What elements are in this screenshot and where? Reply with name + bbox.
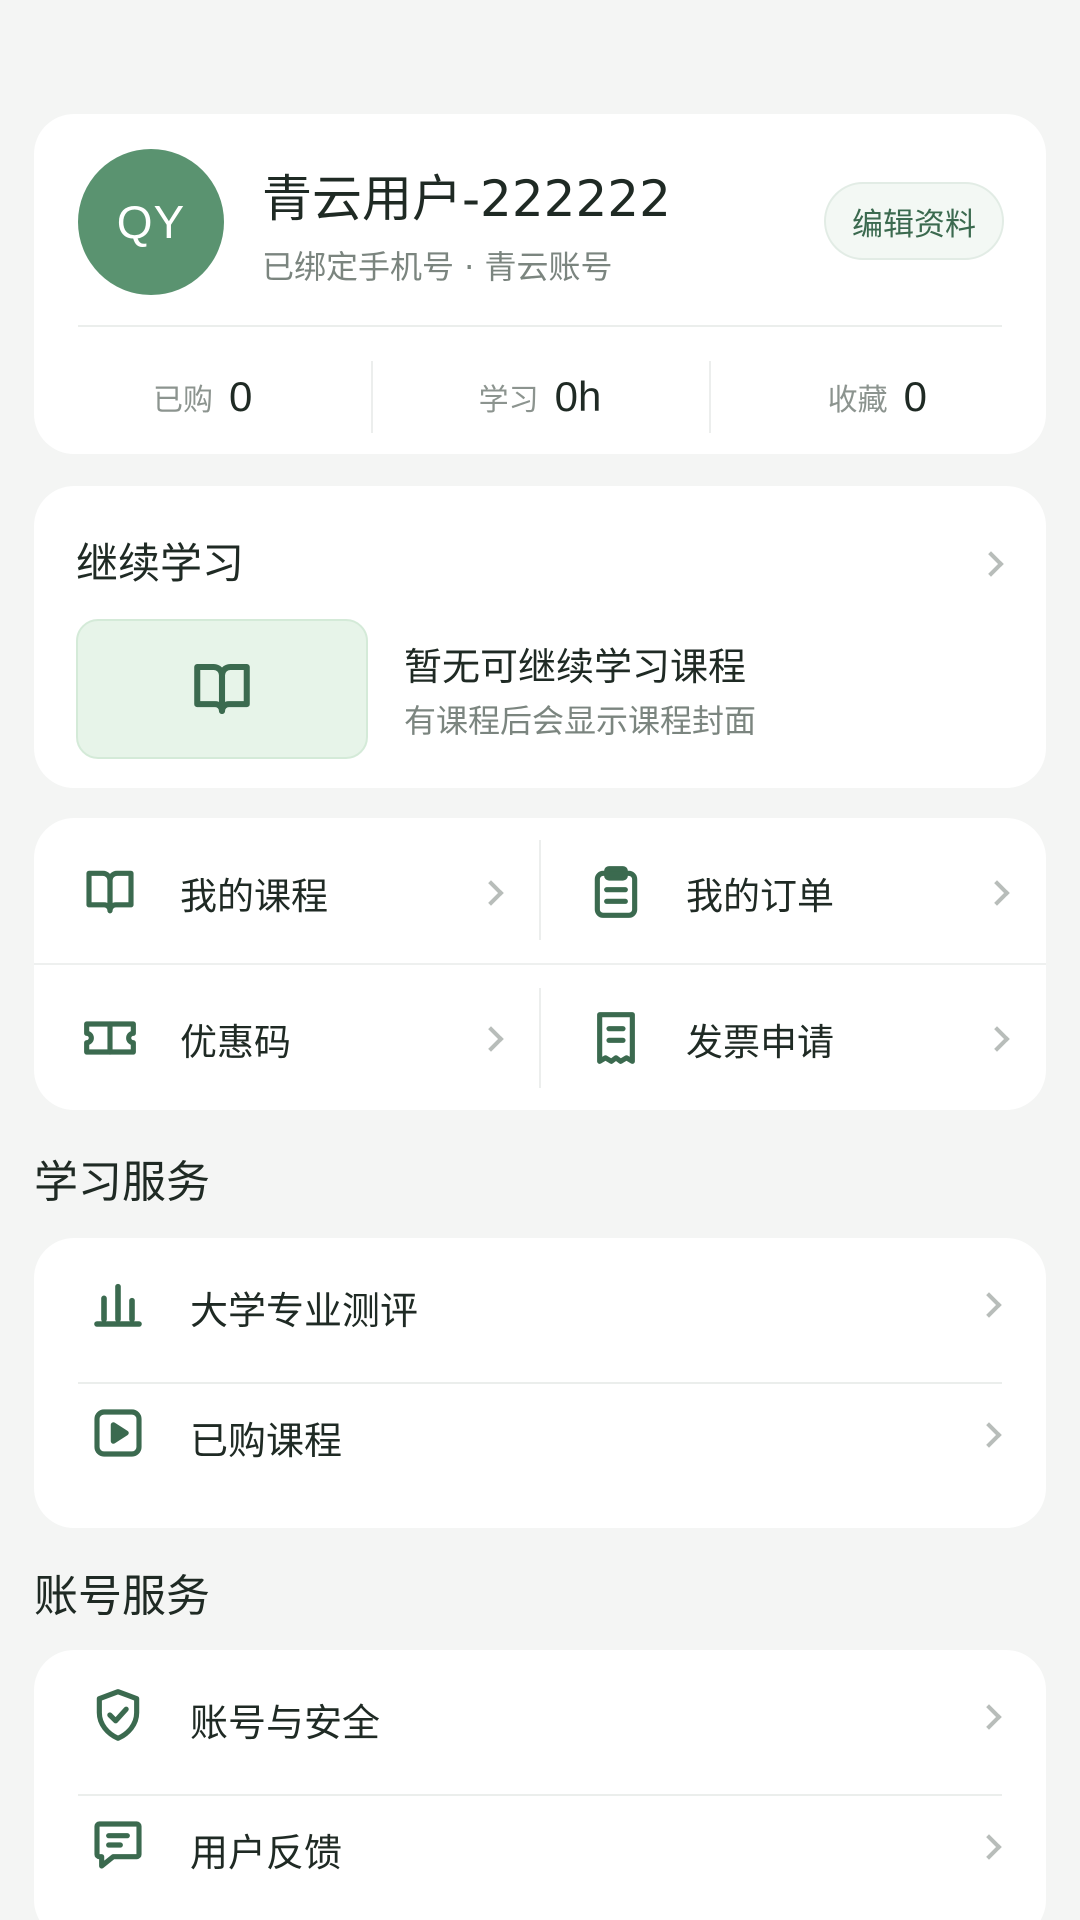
profile-page: QY 青云用户-222222 已绑定手机号 · 青云账号 编辑资料 已购 0 学… [0,0,1080,1920]
list-item-label: 用户反馈 [190,1831,343,1875]
empty-state-title: 暂无可继续学习课程 [404,645,747,689]
shield-icon [90,1687,146,1743]
list-item-label: 大学专业测评 [190,1289,419,1333]
divider [539,988,541,1088]
chart-icon [90,1275,146,1331]
study-services-list: 大学专业测评 已购课程 [34,1238,1046,1528]
chevron-right-icon [976,1834,1002,1860]
stat-label: 收藏 [827,383,888,418]
menu-my-courses[interactable]: 我的课程 [34,818,540,964]
stats-row: 已购 0 学习 0h 收藏 0 [34,357,1046,437]
stat-purchased[interactable]: 已购 0 [34,357,371,437]
chevron-right-icon [978,551,1004,577]
list-item-label: 已购课程 [190,1419,343,1463]
stat-value: 0h [554,373,602,420]
divider [78,325,1002,327]
chevron-right-icon [984,1026,1010,1052]
menu-my-orders[interactable]: 我的订单 [540,818,1046,964]
stat-study-time[interactable]: 学习 0h [371,357,708,437]
chevron-right-icon [478,1026,504,1052]
receipt-icon [588,1010,644,1066]
list-item-label: 账号与安全 [190,1701,381,1745]
chevron-right-icon [478,880,504,906]
play-icon [90,1405,146,1461]
list-item-major-assessment[interactable]: 大学专业测评 [34,1238,1046,1368]
menu-label: 发票申请 [686,1021,834,1064]
clipboard-icon [588,864,644,920]
user-name: 青云用户-222222 [262,170,671,228]
account-services-list: 账号与安全 用户反馈 [34,1650,1046,1920]
chevron-right-icon [976,1704,1002,1730]
divider [34,963,1046,965]
menu-label: 我的课程 [180,875,328,918]
feedback-icon [90,1817,146,1873]
study-services-heading: 学习服务 [34,1157,210,1208]
edit-profile-button[interactable]: 编辑资料 [824,182,1004,260]
empty-state-subtitle: 有课程后会显示课程封面 [404,702,757,740]
quick-menu-grid: 我的课程 我的订单 优惠码 发票申请 [34,818,1046,1110]
chevron-right-icon [984,880,1010,906]
continue-learning-title: 继续学习 [76,539,245,588]
avatar[interactable]: QY [78,149,224,295]
stat-value: 0 [228,373,253,420]
stat-label: 已购 [152,383,213,418]
account-status: 已绑定手机号 · 青云账号 [262,248,613,286]
menu-label: 优惠码 [180,1021,291,1064]
list-item-user-feedback[interactable]: 用户反馈 [34,1780,1046,1910]
divider [539,840,541,940]
list-item-purchased-courses[interactable]: 已购课程 [34,1368,1046,1498]
menu-invoice-request[interactable]: 发票申请 [540,964,1046,1110]
chevron-right-icon [976,1292,1002,1318]
stat-favorites[interactable]: 收藏 0 [708,357,1046,437]
chevron-right-icon [976,1422,1002,1448]
stat-value: 0 [903,373,927,420]
course-cover-placeholder [76,619,368,759]
menu-label: 我的订单 [686,875,834,918]
menu-coupon-code[interactable]: 优惠码 [34,964,540,1110]
book-icon [82,864,138,920]
profile-card: QY 青云用户-222222 已绑定手机号 · 青云账号 编辑资料 已购 0 学… [34,114,1046,454]
account-services-heading: 账号服务 [34,1571,210,1622]
book-icon [189,656,255,722]
continue-learning-card[interactable]: 继续学习 暂无可继续学习课程 有课程后会显示课程封面 [34,486,1046,788]
list-item-account-security[interactable]: 账号与安全 [34,1650,1046,1780]
stat-label: 学习 [478,383,539,418]
ticket-icon [82,1010,138,1066]
